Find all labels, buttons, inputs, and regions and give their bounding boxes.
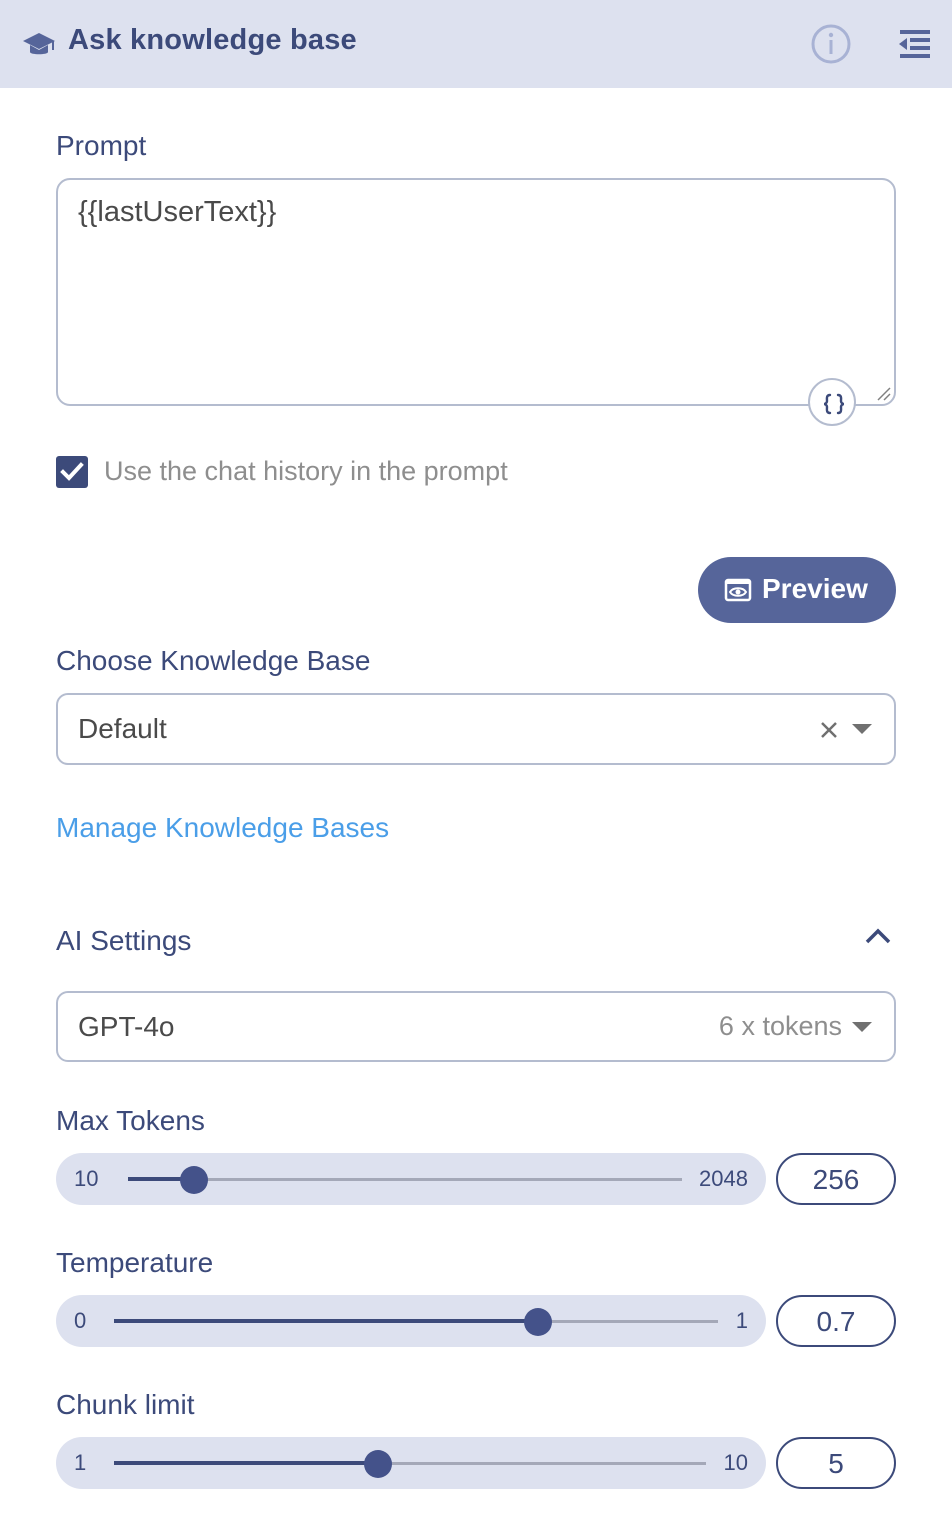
chevron-up-icon[interactable] — [864, 926, 892, 946]
panel-header: Ask knowledge base — [0, 0, 952, 88]
slider-fill — [114, 1319, 538, 1323]
slider-thumb[interactable] — [364, 1450, 392, 1478]
model-cost-hint: 6 x tokens — [718, 1011, 842, 1041]
slider-fill — [114, 1461, 378, 1465]
slider-thumb[interactable] — [180, 1166, 208, 1194]
model-selected: GPT-4o — [78, 1011, 175, 1042]
knowledge-base-select[interactable]: Default — [56, 693, 896, 765]
checkmark-icon — [60, 462, 84, 481]
prompt-textarea[interactable]: {{lastUserText}} — [56, 178, 896, 406]
chat-history-label[interactable]: Use the chat history in the prompt — [104, 456, 508, 487]
info-icon[interactable] — [810, 23, 852, 65]
temperature-slider[interactable]: 0 1 — [56, 1295, 766, 1347]
resize-handle-icon[interactable] — [874, 384, 892, 402]
temperature-input[interactable]: 0.7 — [776, 1295, 896, 1347]
curly-braces-icon — [823, 393, 845, 415]
model-select[interactable]: GPT-4o 6 x tokens — [56, 991, 896, 1062]
insert-variable-button[interactable] — [808, 378, 856, 426]
eye-icon — [724, 578, 752, 602]
prompt-label: Prompt — [56, 130, 147, 161]
chunk-limit-slider[interactable]: 1 10 — [56, 1437, 766, 1489]
ai-settings-label[interactable]: AI Settings — [56, 925, 191, 957]
max-tokens-min: 10 — [74, 1166, 99, 1191]
knowledge-base-selected: Default — [78, 713, 167, 744]
temperature-label: Temperature — [56, 1247, 214, 1278]
temperature-min: 0 — [74, 1308, 87, 1333]
max-tokens-slider[interactable]: 10 2048 — [56, 1153, 766, 1205]
chevron-down-icon[interactable] — [852, 724, 872, 734]
knowledge-base-label: Choose Knowledge Base — [56, 645, 371, 676]
chunk-limit-max: 10 — [723, 1450, 748, 1475]
collapse-panel-icon[interactable] — [896, 26, 932, 62]
manage-knowledge-bases-link[interactable]: Manage Knowledge Bases — [56, 812, 389, 844]
slider-thumb[interactable] — [524, 1308, 552, 1336]
chunk-limit-min: 1 — [74, 1450, 87, 1475]
preview-button[interactable]: Preview — [698, 557, 896, 623]
prompt-value[interactable]: {{lastUserText}} — [78, 196, 276, 229]
graduation-cap-icon — [23, 33, 55, 55]
chat-history-checkbox[interactable] — [56, 456, 88, 488]
chunk-limit-label: Chunk limit — [56, 1389, 195, 1420]
temperature-max: 1 — [735, 1308, 748, 1333]
max-tokens-label: Max Tokens — [56, 1105, 205, 1136]
chunk-limit-input[interactable]: 5 — [776, 1437, 896, 1489]
chevron-down-icon[interactable] — [852, 1022, 872, 1032]
preview-button-label: Preview — [762, 573, 868, 604]
slider-track[interactable] — [128, 1178, 682, 1181]
max-tokens-input[interactable]: 256 — [776, 1153, 896, 1205]
max-tokens-max: 2048 — [699, 1166, 748, 1191]
clear-icon[interactable] — [818, 719, 840, 741]
panel-title: Ask knowledge base — [68, 24, 357, 56]
